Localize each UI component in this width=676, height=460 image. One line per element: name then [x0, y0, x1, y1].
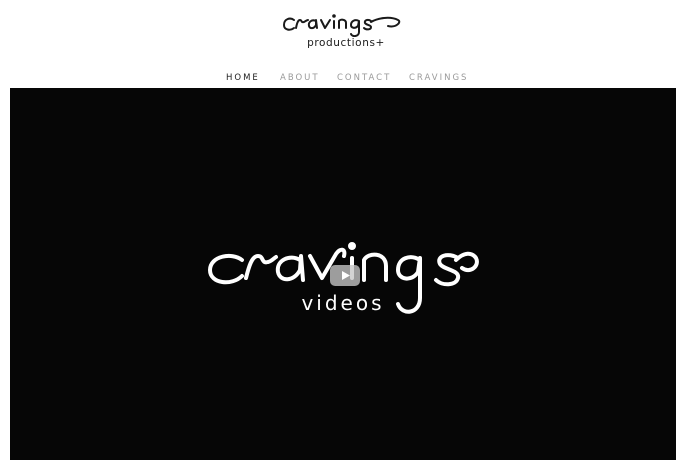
site-header: productions+ HOME ABOUT CONTACT CRAVINGS	[0, 0, 676, 88]
main-nav: HOME ABOUT CONTACT CRAVINGS	[0, 70, 676, 86]
video-logo-subtitle: videos	[301, 291, 385, 315]
play-button[interactable]	[330, 265, 360, 286]
nav-item-about[interactable]: ABOUT	[280, 70, 320, 86]
nav-item-cravings[interactable]: CRAVINGS	[409, 70, 468, 86]
play-icon	[342, 271, 350, 280]
nav-item-home[interactable]: HOME	[226, 70, 260, 86]
cravings-script-logo	[283, 14, 401, 38]
video-banner[interactable]: videos	[10, 88, 676, 460]
site-logo-link[interactable]: productions+	[278, 8, 410, 54]
logo-subtitle: productions+	[307, 37, 385, 49]
nav-item-contact[interactable]: CONTACT	[337, 70, 391, 86]
